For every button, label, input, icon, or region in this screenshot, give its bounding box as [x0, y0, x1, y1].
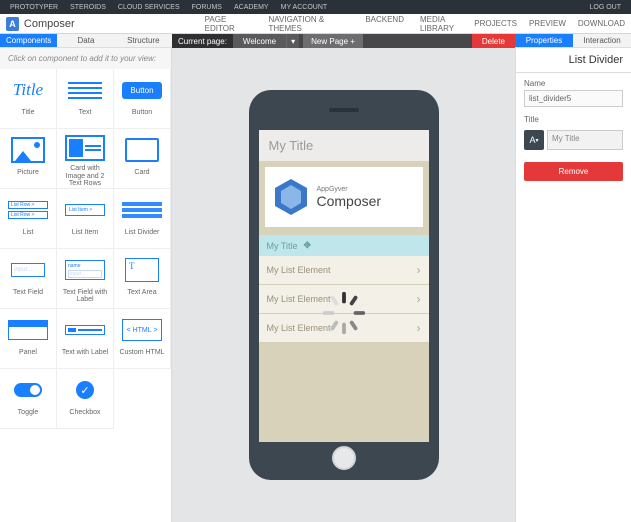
- header-backend[interactable]: BACKEND: [365, 15, 404, 33]
- logo-card[interactable]: AppGyver Composer: [265, 167, 423, 227]
- appgyver-logo-icon: [271, 177, 311, 217]
- header-nav-themes[interactable]: NAVIGATION & THEMES: [268, 15, 349, 33]
- tab-interaction[interactable]: Interaction: [573, 34, 631, 48]
- header-media[interactable]: MEDIA LIBRARY: [420, 15, 474, 33]
- app-brand: Composer: [24, 18, 75, 30]
- remove-button[interactable]: Remove: [524, 162, 623, 181]
- textfield-icon: input...: [11, 263, 45, 277]
- component-card-image-text[interactable]: Card with Image and 2 Text Rows: [57, 129, 114, 189]
- checkbox-icon: ✓: [76, 381, 94, 399]
- canvas[interactable]: My Title AppGyver Composer My Title ✥ My…: [172, 48, 515, 522]
- delete-page-button[interactable]: Delete: [472, 34, 515, 48]
- chevron-right-icon: ›: [417, 321, 421, 335]
- toggle-icon: [14, 383, 42, 397]
- nav-prototyper[interactable]: PROTOTYPER: [10, 4, 58, 11]
- divider-icon: [122, 202, 162, 218]
- nav-forums[interactable]: FORUMS: [192, 4, 222, 11]
- header-download[interactable]: DOWNLOAD: [578, 19, 625, 28]
- component-button[interactable]: ButtonButton: [114, 69, 171, 129]
- tab-components[interactable]: Components: [0, 34, 57, 48]
- list-divider-element[interactable]: My Title ✥: [259, 235, 429, 256]
- name-input[interactable]: list_divider5: [524, 90, 623, 107]
- right-panel-tabs: Properties Interaction: [515, 34, 631, 48]
- title-input[interactable]: My Title: [547, 130, 623, 150]
- page-bar: Current page: Welcome ▾ New Page + Delet…: [172, 34, 515, 48]
- component-text[interactable]: Text: [57, 69, 114, 129]
- title-label: Title: [524, 115, 623, 124]
- button-icon: Button: [122, 82, 161, 99]
- current-page-select[interactable]: Welcome: [233, 34, 286, 48]
- header-projects[interactable]: PROJECTS: [474, 19, 517, 28]
- app-logo-icon: A: [6, 17, 19, 31]
- textfield-label-icon: nameinput...: [65, 260, 105, 280]
- card-icon: [125, 138, 159, 162]
- phone-screen[interactable]: My Title AppGyver Composer My Title ✥ My…: [259, 130, 429, 442]
- chevron-right-icon: ›: [417, 263, 421, 277]
- new-page-button[interactable]: New Page +: [303, 34, 363, 48]
- component-text-field-label[interactable]: nameinput...Text Field with Label: [57, 249, 114, 309]
- component-panel[interactable]: Panel: [0, 309, 57, 369]
- text-with-label-icon: [65, 325, 105, 335]
- list-item-icon: List Item >: [65, 204, 105, 216]
- tab-properties[interactable]: Properties: [515, 34, 573, 48]
- nav-cloud[interactable]: CLOUD SERVICES: [118, 4, 180, 11]
- nav-steroids[interactable]: STEROIDS: [70, 4, 106, 11]
- nav-academy[interactable]: ACADEMY: [234, 4, 269, 11]
- text-icon: [68, 82, 102, 99]
- properties-panel: List Divider Name list_divider5 Title A …: [515, 48, 631, 522]
- list-icon: List Row >List Row >: [8, 201, 48, 219]
- component-list-item[interactable]: List Item >List Item: [57, 189, 114, 249]
- component-text-field[interactable]: input...Text Field: [0, 249, 57, 309]
- current-page-label: Current page:: [172, 34, 233, 48]
- name-label: Name: [524, 79, 623, 88]
- tab-structure[interactable]: Structure: [115, 34, 172, 48]
- component-text-with-label[interactable]: Text with Label: [57, 309, 114, 369]
- card-image-icon: [65, 135, 105, 161]
- home-button-icon: [332, 446, 356, 470]
- logo-title: Composer: [317, 193, 382, 209]
- sidebar-hint: Click on component to add it to your vie…: [0, 48, 171, 69]
- component-list[interactable]: List Row >List Row >List: [0, 189, 57, 249]
- picture-icon: [11, 137, 45, 163]
- logo-subtitle: AppGyver: [317, 186, 382, 193]
- component-custom-html[interactable]: < HTML >Custom HTML: [114, 309, 171, 369]
- component-picture[interactable]: Picture: [0, 129, 57, 189]
- screen-title[interactable]: My Title: [259, 130, 429, 161]
- components-sidebar: Click on component to add it to your vie…: [0, 48, 172, 522]
- title-icon: Title: [13, 80, 43, 100]
- move-icon: ✥: [304, 240, 312, 251]
- phone-frame: My Title AppGyver Composer My Title ✥ My…: [249, 90, 439, 480]
- font-style-button[interactable]: A ▾: [524, 130, 544, 150]
- component-list-divider[interactable]: List Divider: [114, 189, 171, 249]
- component-text-area[interactable]: Text Area: [114, 249, 171, 309]
- nav-account[interactable]: MY ACCOUNT: [281, 4, 328, 11]
- component-card[interactable]: Card: [114, 129, 171, 189]
- list-item-1[interactable]: My List Element›: [259, 256, 429, 285]
- properties-title: List Divider: [516, 48, 631, 73]
- top-nav: PROTOTYPER STEROIDS CLOUD SERVICES FORUM…: [0, 0, 631, 14]
- html-icon: < HTML >: [122, 319, 162, 341]
- panel-icon: [8, 320, 48, 340]
- nav-logout[interactable]: LOG OUT: [589, 4, 621, 11]
- chevron-right-icon: ›: [417, 292, 421, 306]
- loading-spinner-icon: [320, 289, 368, 337]
- component-toggle[interactable]: Toggle: [0, 369, 57, 429]
- textarea-icon: [125, 258, 159, 282]
- header: A Composer PAGE EDITOR NAVIGATION & THEM…: [0, 14, 631, 34]
- left-panel-tabs: Components Data Structure: [0, 34, 172, 48]
- tab-data[interactable]: Data: [57, 34, 114, 48]
- component-title[interactable]: TitleTitle: [0, 69, 57, 129]
- page-dropdown-icon[interactable]: ▾: [286, 34, 299, 48]
- header-page-editor[interactable]: PAGE EDITOR: [205, 15, 253, 33]
- header-preview[interactable]: PREVIEW: [529, 19, 566, 28]
- component-checkbox[interactable]: ✓Checkbox: [57, 369, 114, 429]
